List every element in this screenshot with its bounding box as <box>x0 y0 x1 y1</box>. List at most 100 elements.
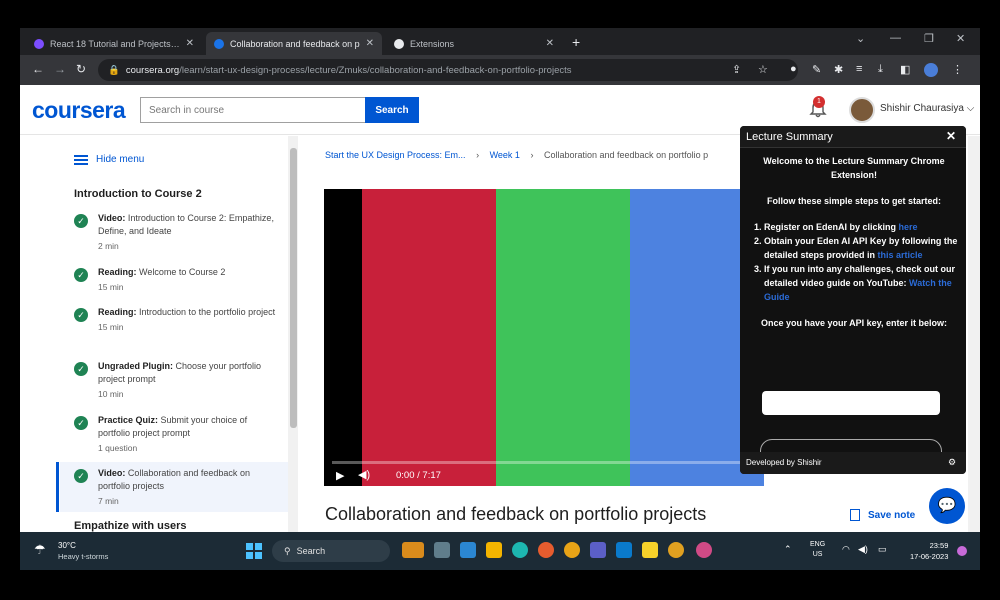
tab-favicon <box>34 38 44 49</box>
chrome-active-icon[interactable] <box>668 542 684 558</box>
clock-time: 23:59 <box>929 541 949 550</box>
share-icon[interactable]: ⇪ <box>732 63 741 76</box>
step-2-text: Obtain your Eden AI API Key by following… <box>764 236 958 260</box>
video-player[interactable]: ▶ ◀) 0:00 / 7:17 <box>324 189 764 486</box>
pen-extension-icon[interactable]: ✎ <box>812 63 821 76</box>
lock-icon: 🔒 <box>108 64 120 76</box>
note-icon <box>850 509 860 521</box>
avatar[interactable] <box>849 97 875 123</box>
tab-label: Extensions <box>410 38 455 49</box>
lang-top: ENG <box>810 541 826 548</box>
list-item[interactable]: ✓ Video: Introduction to Course 2: Empat… <box>74 212 284 252</box>
video-progress-bar[interactable] <box>332 461 756 464</box>
tab-react-tutorial[interactable]: React 18 Tutorial and Projects Co ✕ <box>26 32 202 55</box>
download-icon[interactable]: ⤓ <box>878 63 883 76</box>
sidebar-scroll-thumb[interactable] <box>290 148 297 428</box>
close-tab-icon[interactable]: ✕ <box>366 38 374 49</box>
course-search-input[interactable] <box>140 97 366 123</box>
address-bar[interactable]: 🔒 coursera.org /learn/start-ux-design-pr… <box>98 59 798 81</box>
popup-welcome: Welcome to the Lecture Summary Chrome Ex… <box>763 156 945 180</box>
tab-collaboration[interactable]: Collaboration and feedback on p ✕ <box>206 32 382 55</box>
tab-extensions[interactable]: Extensions ✕ <box>386 32 562 55</box>
page-scrollbar[interactable] <box>968 136 980 532</box>
new-tab-icon[interactable]: + <box>572 34 580 50</box>
close-icon[interactable]: ✕ <box>946 129 956 143</box>
list-item[interactable]: ✓ Reading: Introduction to the portfolio… <box>74 306 284 346</box>
close-window-icon[interactable]: ✕ <box>956 32 965 45</box>
api-key-input[interactable] <box>762 391 940 415</box>
menu-kebab-icon[interactable]: ⋮ <box>952 63 963 76</box>
tab-bar: React 18 Tutorial and Projects Co ✕ Coll… <box>20 28 980 55</box>
reading-list-icon[interactable]: ≡ <box>856 63 862 75</box>
close-tab-icon[interactable]: ✕ <box>186 38 194 49</box>
taskbar-search[interactable]: ⚲ Search <box>272 540 390 562</box>
chrome-icon[interactable] <box>564 542 580 558</box>
edge-icon[interactable] <box>512 542 528 558</box>
hide-menu-label: Hide menu <box>96 154 145 165</box>
check-circle-icon: ✓ <box>74 362 88 376</box>
reload-icon[interactable]: ↻ <box>76 62 86 76</box>
task-view-icon[interactable] <box>434 542 450 558</box>
language-indicator[interactable]: ENG US <box>810 540 825 560</box>
list-item[interactable]: ✓ Reading: Welcome to Course 2 15 min <box>74 266 284 294</box>
speaker-icon[interactable]: ◀) <box>858 544 868 555</box>
api-prompt: Once you have your API key, enter it bel… <box>760 318 948 328</box>
tab-label: React 18 Tutorial and Projects Co <box>50 38 180 49</box>
username-menu[interactable]: Shishir Chaurasiya ⌵ <box>880 103 974 114</box>
puzzle-extension-icon[interactable]: ✱ <box>834 63 843 76</box>
folder-icon[interactable] <box>486 542 502 558</box>
step-3: If you run into any challenges, check ou… <box>764 262 960 304</box>
vscode-icon[interactable] <box>616 542 632 558</box>
back-icon[interactable]: ← <box>32 62 44 76</box>
weather-icon[interactable]: ☂ <box>34 542 46 558</box>
sticky-notes-icon[interactable] <box>642 542 658 558</box>
volume-icon[interactable]: ◀) <box>358 468 370 481</box>
here-link[interactable]: here <box>899 222 918 232</box>
battery-icon[interactable]: ▭ <box>878 544 887 555</box>
list-item-current[interactable]: ✓ Video: Collaboration and feedback on p… <box>60 462 288 512</box>
settings-icon[interactable]: ⚙ <box>948 457 956 468</box>
minimize-icon[interactable]: — <box>890 32 901 44</box>
close-tab-icon[interactable]: ✕ <box>546 38 554 49</box>
item-duration: 1 question <box>98 443 138 453</box>
firefox-icon[interactable] <box>538 542 554 558</box>
chat-icon[interactable]: 💬 <box>929 488 965 524</box>
bookmark-star-icon[interactable]: ☆ <box>758 63 768 76</box>
notification-icon[interactable] <box>957 546 967 556</box>
lang-bottom: US <box>812 551 823 558</box>
coursera-logo[interactable]: coursera <box>32 97 126 124</box>
restore-icon[interactable]: ❐ <box>924 32 934 45</box>
widgets-icon[interactable] <box>402 542 424 558</box>
search-button[interactable]: Search <box>365 97 419 123</box>
play-icon[interactable]: ▶ <box>336 469 344 482</box>
breadcrumb-week[interactable]: Week 1 <box>490 150 520 160</box>
hide-menu-button[interactable]: Hide menu <box>74 154 144 165</box>
extension-icon[interactable]: ● <box>790 63 797 75</box>
file-explorer-icon[interactable] <box>460 542 476 558</box>
chrome-profile-icon[interactable] <box>696 542 712 558</box>
forward-icon[interactable]: → <box>54 62 66 76</box>
teams-icon[interactable] <box>590 542 606 558</box>
chevron-right-icon: › <box>530 150 534 160</box>
side-panel-icon[interactable]: ◧ <box>900 63 910 76</box>
clock-date: 17-06-2023 <box>910 552 949 561</box>
list-item[interactable]: ✓ Ungraded Plugin: Choose your portfolio… <box>74 360 284 400</box>
popup-intro: Follow these simple steps to get started… <box>766 196 942 206</box>
chevron-up-icon[interactable]: ⌃ <box>784 544 792 555</box>
screen: React 18 Tutorial and Projects Co ✕ Coll… <box>0 0 1000 600</box>
breadcrumb-course[interactable]: Start the UX Design Process: Em... <box>325 150 466 160</box>
tab-search-icon[interactable]: ⌄ <box>856 32 865 45</box>
clock[interactable]: 23:59 17-06-2023 <box>910 540 948 562</box>
article-link[interactable]: this article <box>878 250 923 260</box>
save-note-button[interactable]: Save note <box>850 509 915 521</box>
wifi-icon[interactable]: ◠ <box>842 544 850 555</box>
item-type: Video: <box>98 468 126 478</box>
item-type: Practice Quiz: <box>98 415 159 425</box>
next-module-title[interactable]: Empathize with users <box>74 520 186 532</box>
profile-icon[interactable] <box>924 63 938 77</box>
weather-temp: 30°C <box>58 541 76 550</box>
windows-start-icon[interactable] <box>246 543 262 559</box>
developer-credit: Developed by Shishir <box>746 458 822 467</box>
list-item[interactable]: ✓ Practice Quiz: Submit your choice of p… <box>74 414 284 454</box>
item-duration: 2 min <box>98 241 119 251</box>
